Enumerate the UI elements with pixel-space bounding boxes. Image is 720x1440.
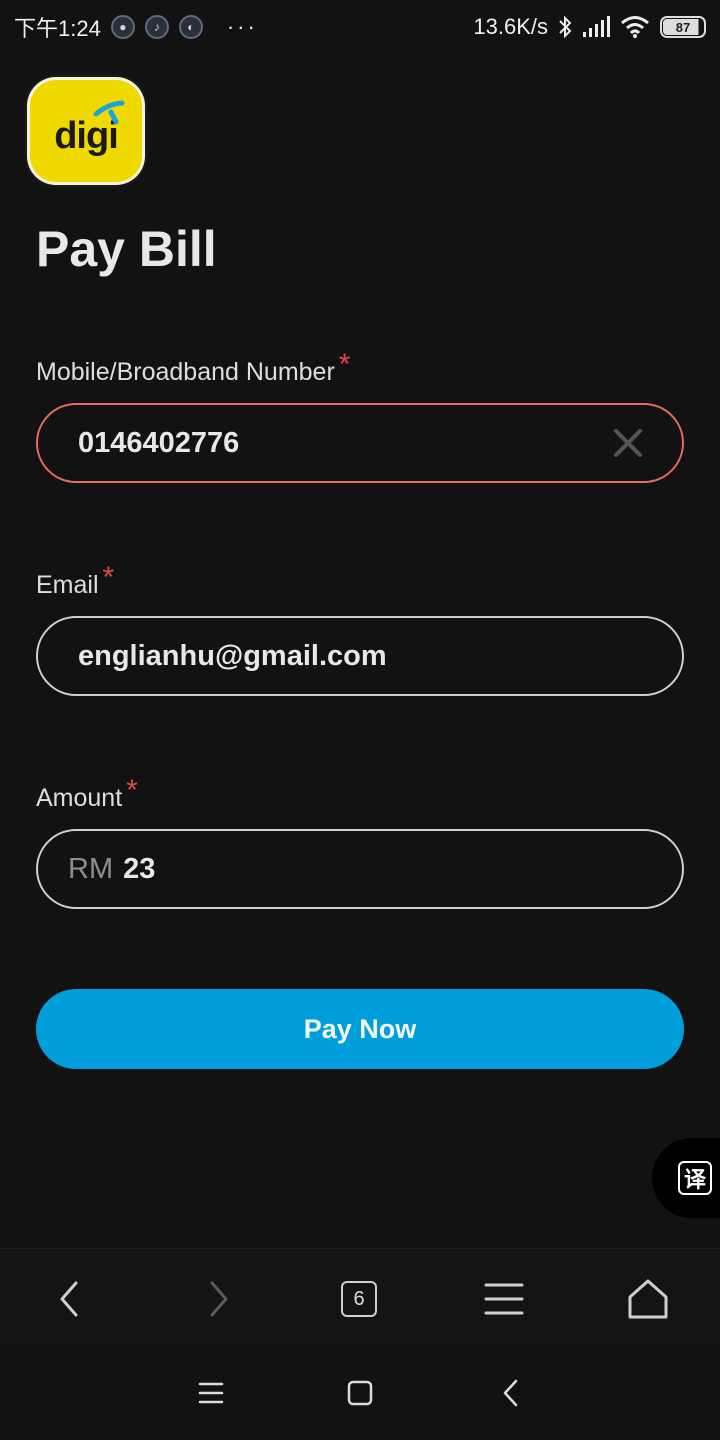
- currency-prefix: RM: [68, 852, 114, 885]
- clear-icon[interactable]: [612, 427, 644, 459]
- email-label: Email *: [36, 561, 114, 601]
- status-time: 下午1:24: [14, 16, 101, 41]
- translate-button[interactable]: 译: [652, 1138, 720, 1218]
- battery-level: 87: [675, 19, 691, 35]
- bluetooth-icon: [559, 15, 572, 39]
- amount-label: Amount *: [36, 774, 138, 814]
- amount-value: 23: [123, 852, 156, 885]
- mobile-number-label: Mobile/Broadband Number *: [36, 348, 350, 388]
- back-arrow-icon[interactable]: [48, 1277, 92, 1321]
- home-nav-icon[interactable]: [345, 1378, 375, 1408]
- status-bar: 下午1:24 ● ♪ ◐ ··· 13.6K/s 87: [0, 0, 720, 54]
- mobile-number-label-text: Mobile/Broadband Number: [36, 358, 335, 386]
- signal-icon: [583, 16, 610, 37]
- more-notifications-icon: ···: [226, 14, 258, 39]
- menu-icon[interactable]: [482, 1277, 526, 1321]
- network-speed: 13.6K/s: [473, 14, 548, 39]
- tiktok-icon: ♪: [144, 15, 169, 39]
- logo-swoosh-icon: [93, 100, 125, 125]
- amount-input[interactable]: RM 23: [36, 829, 684, 909]
- forward-arrow-icon[interactable]: [196, 1277, 240, 1321]
- recents-icon[interactable]: [196, 1378, 226, 1408]
- email-label-text: Email: [36, 571, 99, 599]
- back-nav-icon[interactable]: [496, 1378, 526, 1408]
- required-marker: *: [102, 561, 115, 594]
- tabs-button[interactable]: 6: [337, 1277, 381, 1321]
- amount-label-text: Amount: [36, 784, 123, 812]
- browser-toolbar: 6: [0, 1248, 720, 1346]
- browser-icon: ◐: [178, 15, 203, 39]
- tab-count: 6: [341, 1281, 377, 1317]
- email-value: englianhu@gmail.com: [78, 639, 387, 672]
- page-title: Pay Bill: [36, 221, 217, 277]
- required-marker: *: [338, 348, 351, 381]
- wifi-icon: [621, 16, 649, 38]
- mobile-number-input[interactable]: 0146402776: [36, 403, 684, 483]
- android-icon: ●: [110, 15, 135, 39]
- home-icon[interactable]: [626, 1277, 670, 1321]
- pay-now-button[interactable]: Pay Now: [36, 989, 684, 1069]
- battery-icon: 87: [660, 16, 706, 38]
- required-marker: *: [126, 774, 138, 807]
- email-input[interactable]: englianhu@gmail.com: [36, 616, 684, 696]
- translate-icon: 译: [678, 1161, 712, 1195]
- digi-logo: digi: [30, 80, 142, 182]
- system-nav-bar: [0, 1346, 720, 1440]
- mobile-number-value: 0146402776: [78, 426, 240, 459]
